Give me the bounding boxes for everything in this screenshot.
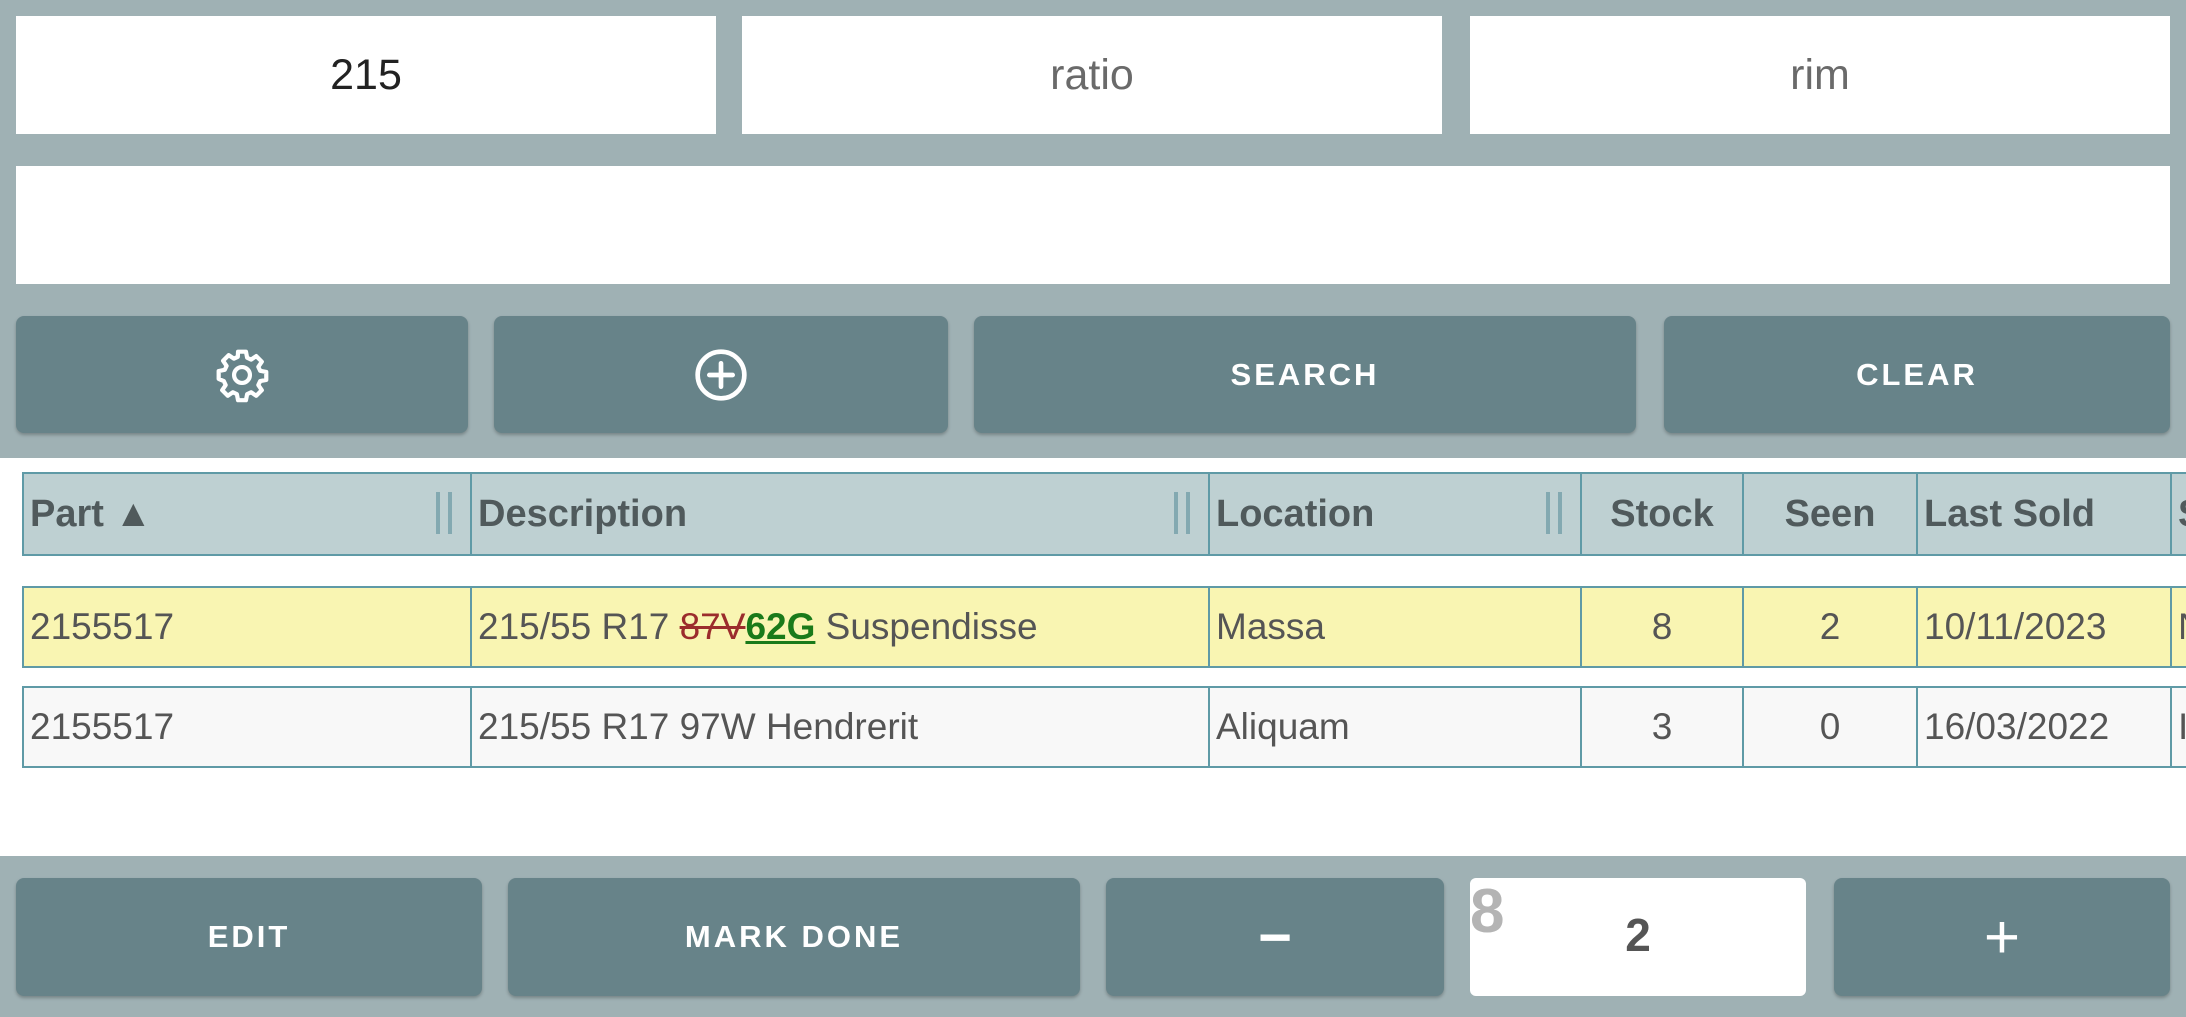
add-button[interactable] [494, 316, 948, 433]
cell-stock: 3 [1582, 686, 1744, 768]
cell-description: 215/55 R17 97W Hendrerit [472, 686, 1210, 768]
column-header-description[interactable]: Description [472, 472, 1210, 556]
table-row[interactable]: 2155517 215/55 R17 87V 62G Suspendisse Ma… [22, 586, 2186, 668]
table-row[interactable]: 2155517 215/55 R17 97W Hendrerit Aliquam… [22, 686, 2186, 768]
cell-last-sold: 16/03/2022 [1918, 686, 2172, 768]
ratio-input[interactable] [742, 16, 1442, 134]
cell-part: 2155517 [22, 686, 472, 768]
mark-done-button[interactable]: MARK DONE [508, 878, 1080, 996]
column-header-stock[interactable]: Stock [1582, 472, 1744, 556]
cell-part: 2155517 [22, 586, 472, 668]
quantity-value: 2 [1625, 909, 1651, 961]
column-header-location[interactable]: Location [1210, 472, 1582, 556]
column-resize-handle[interactable] [1546, 492, 1562, 534]
rim-input[interactable] [1470, 16, 2170, 134]
column-resize-handle[interactable] [1174, 492, 1190, 534]
search-button-label: SEARCH [1230, 356, 1380, 392]
column-header-seen[interactable]: Seen [1744, 472, 1918, 556]
new-load-speed-code: 62G [745, 606, 816, 647]
cell-stock: 8 [1582, 586, 1744, 668]
column-header-overflow[interactable]: S [2172, 472, 2186, 556]
table-header: Part ▲ Description Location Stock Seen L… [22, 472, 2186, 556]
plus-icon: + [1983, 902, 2021, 972]
old-load-speed-code: 87V [679, 606, 746, 647]
clear-button-label: CLEAR [1856, 356, 1978, 392]
width-input[interactable] [16, 16, 716, 134]
cell-last-sold: 10/11/2023 [1918, 586, 2172, 668]
decrement-button[interactable]: − [1106, 878, 1444, 996]
edit-button[interactable]: EDIT [16, 878, 482, 996]
description-search-input[interactable] [16, 166, 2170, 284]
clear-button[interactable]: CLEAR [1664, 316, 2170, 433]
cell-seen: 0 [1744, 686, 1918, 768]
column-header-last-sold[interactable]: Last Sold [1918, 472, 2172, 556]
cell-location: Massa [1210, 586, 1582, 668]
cell-location: Aliquam [1210, 686, 1582, 768]
cell-description: 215/55 R17 87V 62G Suspendisse [472, 586, 1210, 668]
cell-overflow: N [2172, 586, 2186, 668]
increment-button[interactable]: + [1834, 878, 2170, 996]
cell-seen: 2 [1744, 586, 1918, 668]
mark-done-button-label: MARK DONE [684, 919, 904, 954]
minus-icon: − [1258, 904, 1292, 970]
settings-button[interactable] [16, 316, 468, 433]
cell-overflow: I [2172, 686, 2186, 768]
results-table: Part ▲ Description Location Stock Seen L… [0, 458, 2186, 856]
gear-icon [214, 347, 270, 403]
column-resize-handle[interactable] [436, 492, 452, 534]
quantity-stepper[interactable]: 8 2 [1470, 877, 1806, 996]
plus-circle-icon [693, 347, 749, 403]
search-button[interactable]: SEARCH [974, 316, 1636, 433]
edit-button-label: EDIT [207, 919, 291, 954]
column-header-part[interactable]: Part ▲ [22, 472, 472, 556]
